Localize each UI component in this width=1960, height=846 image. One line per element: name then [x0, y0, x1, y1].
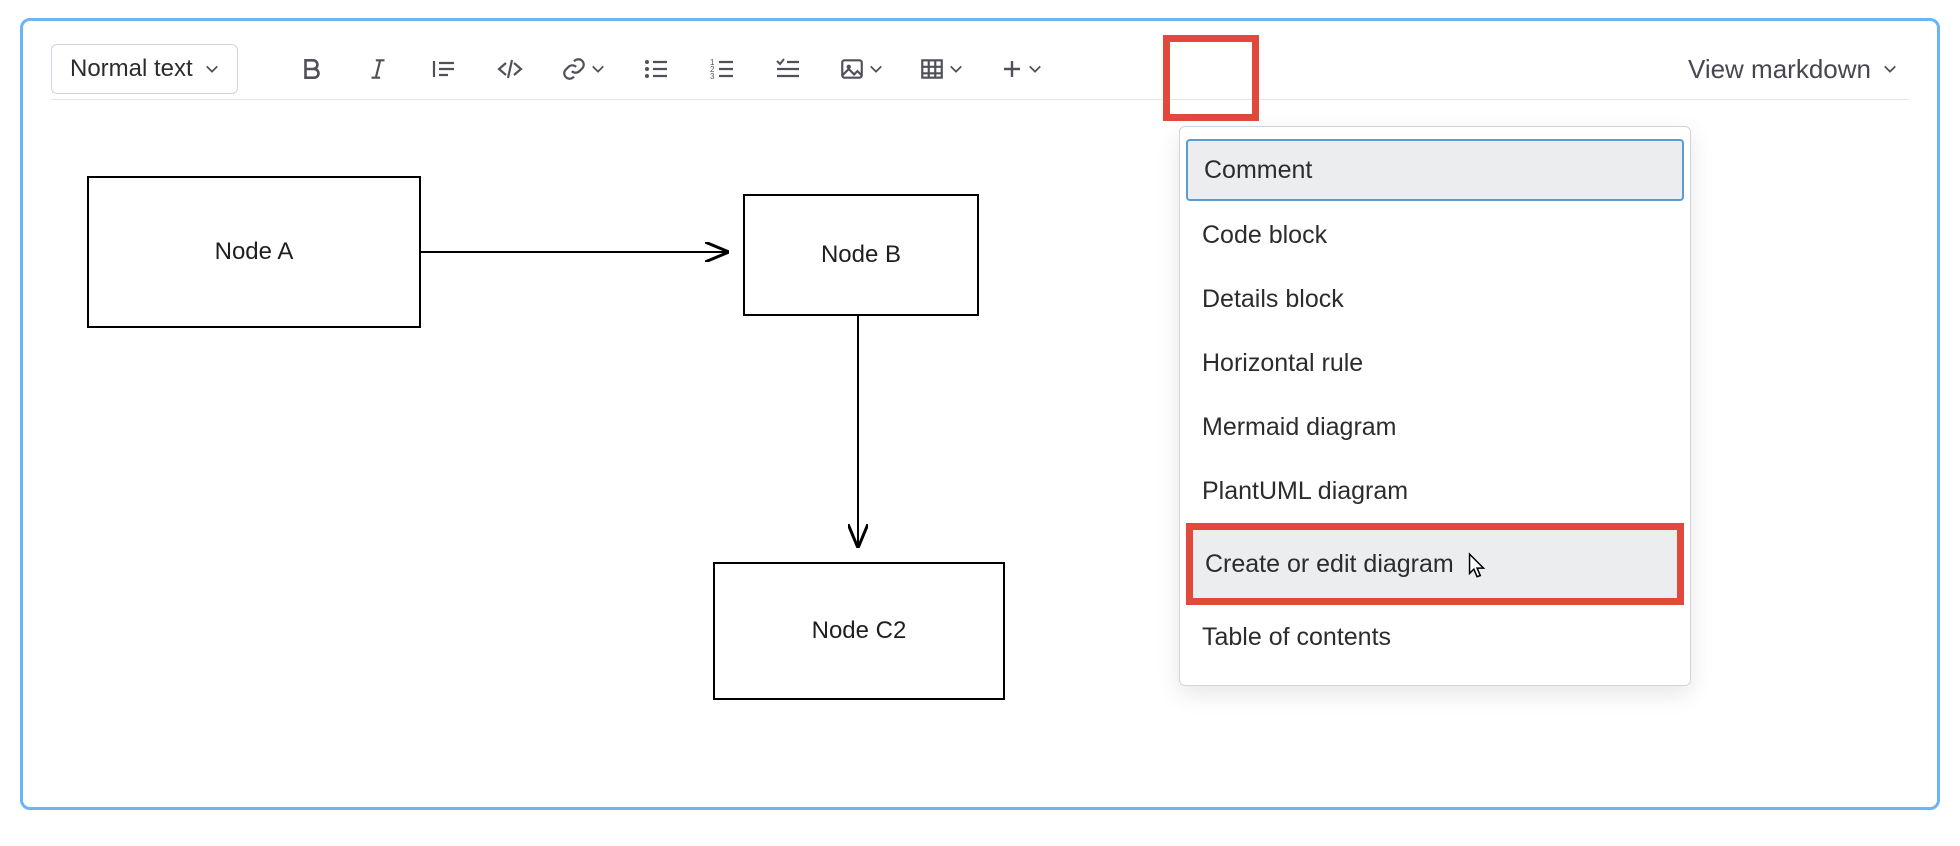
node-label: Node B — [821, 241, 901, 269]
bullet-list-button[interactable] — [632, 47, 680, 91]
ordered-list-icon: 123 — [708, 56, 736, 82]
dropdown-item-details-block[interactable]: Details block — [1180, 267, 1690, 331]
table-button[interactable] — [910, 47, 972, 91]
blockquote-button[interactable] — [420, 47, 468, 91]
node-label: Node A — [215, 238, 294, 266]
ordered-list-button[interactable]: 123 — [698, 47, 746, 91]
diagram-node-c: Node C2 — [713, 562, 1005, 700]
dropdown-item-label: Horizontal rule — [1202, 349, 1363, 378]
diagram-node-a: Node A — [87, 176, 421, 328]
view-markdown-button[interactable]: View markdown — [1676, 54, 1909, 85]
dropdown-item-label: Table of contents — [1202, 623, 1391, 652]
plus-icon — [1000, 57, 1024, 81]
task-list-button[interactable] — [764, 47, 812, 91]
code-icon — [495, 56, 525, 82]
task-list-icon — [774, 56, 802, 82]
diagram-edge-b-c — [843, 314, 873, 562]
dropdown-item-table-of-contents[interactable]: Table of contents — [1180, 605, 1690, 669]
dropdown-item-label: Code block — [1202, 221, 1327, 250]
svg-text:3: 3 — [710, 72, 715, 81]
dropdown-item-create-edit-diagram[interactable]: Create or edit diagram — [1186, 523, 1684, 605]
view-markdown-label: View markdown — [1688, 54, 1871, 85]
table-icon — [919, 56, 945, 82]
chevron-down-icon — [949, 62, 963, 76]
dropdown-item-label: Create or edit diagram — [1205, 550, 1454, 579]
link-button[interactable] — [552, 47, 614, 91]
bold-icon — [299, 56, 325, 82]
dropdown-item-plantuml-diagram[interactable]: PlantUML diagram — [1180, 459, 1690, 523]
chevron-down-icon — [591, 62, 605, 76]
chevron-down-icon — [205, 62, 219, 76]
bold-button[interactable] — [288, 47, 336, 91]
dropdown-item-label: PlantUML diagram — [1202, 477, 1408, 506]
editor-frame: Normal text 123 — [20, 18, 1940, 810]
text-style-label: Normal text — [70, 55, 193, 83]
node-label: Node C2 — [812, 617, 907, 645]
dropdown-item-label: Comment — [1204, 156, 1312, 185]
chevron-down-icon — [1883, 62, 1897, 76]
insert-dropdown: Comment Code block Details block Horizon… — [1179, 126, 1691, 686]
code-button[interactable] — [486, 47, 534, 91]
italic-icon — [365, 56, 391, 82]
diagram-node-b: Node B — [743, 194, 979, 316]
image-button[interactable] — [830, 47, 892, 91]
cursor-icon — [1463, 552, 1489, 582]
diagram-edge-a-b — [421, 240, 743, 270]
editor-toolbar: Normal text 123 — [51, 39, 1909, 100]
dropdown-item-horizontal-rule[interactable]: Horizontal rule — [1180, 331, 1690, 395]
dropdown-item-label: Mermaid diagram — [1202, 413, 1397, 442]
dropdown-item-comment[interactable]: Comment — [1186, 139, 1684, 201]
text-style-dropdown[interactable]: Normal text — [51, 44, 238, 94]
italic-button[interactable] — [354, 47, 402, 91]
chevron-down-icon — [869, 62, 883, 76]
dropdown-item-mermaid-diagram[interactable]: Mermaid diagram — [1180, 395, 1690, 459]
chevron-down-icon — [1028, 62, 1042, 76]
bullet-list-icon — [642, 56, 670, 82]
insert-more-button[interactable] — [990, 47, 1052, 91]
dropdown-item-label: Details block — [1202, 285, 1344, 314]
editor-canvas[interactable]: Node A Node B Node C2 Comment Code block — [51, 100, 1909, 790]
image-icon — [839, 56, 865, 82]
blockquote-icon — [430, 56, 458, 82]
dropdown-item-code-block[interactable]: Code block — [1180, 203, 1690, 267]
link-icon — [561, 56, 587, 82]
